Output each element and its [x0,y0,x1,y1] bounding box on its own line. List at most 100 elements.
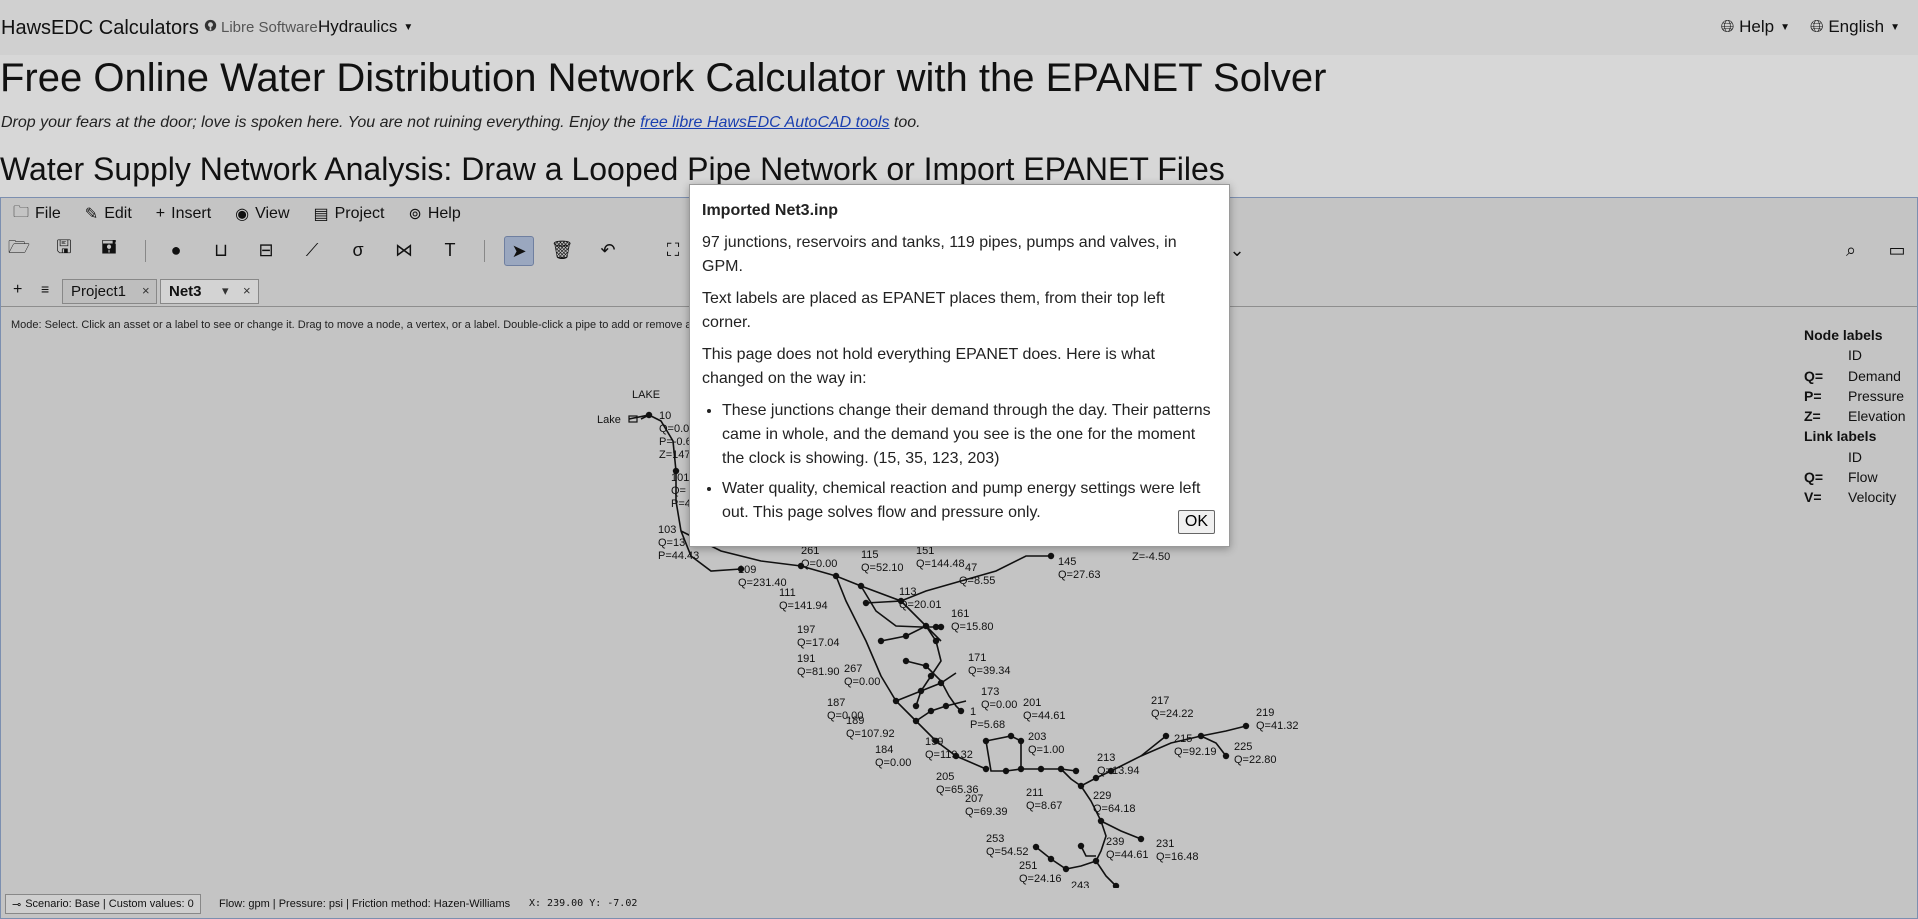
network-label[interactable]: P=5.68 [970,719,1005,731]
network-label[interactable]: 101 [671,472,689,484]
menu-file[interactable]: 🗀︎ File [13,201,61,228]
scenario-button[interactable]: ⊸ Scenario: Base | Custom values: 0 [5,894,201,914]
network-label[interactable]: Q=44.61 [1023,710,1066,722]
menu-view[interactable]: ◉ View [235,204,289,224]
add-label-button[interactable]: T [436,236,464,264]
network-label[interactable]: Q=13 [658,537,685,549]
search-button[interactable]: ⌕ [1837,236,1865,264]
network-label[interactable]: Lake [597,414,621,426]
network-label[interactable]: Q=8.55 [959,575,995,587]
menu-insert[interactable]: + Insert [156,205,211,223]
network-label[interactable]: 231 [1156,838,1174,850]
add-reservoir-button[interactable]: ⊔ [207,236,235,264]
network-label[interactable]: 243 [1071,880,1089,888]
autocad-tools-link[interactable]: free libre HawsEDC AutoCAD tools [640,114,889,131]
libre-software-link[interactable]: Libre Software [204,19,318,36]
network-label[interactable]: 213 [1097,752,1115,764]
network-label[interactable]: 199 [925,736,943,748]
network-label[interactable]: LAKE [632,389,660,401]
zoom-extents-button[interactable]: ⛶ [659,236,687,264]
network-label[interactable]: 229 [1093,790,1111,802]
network-label[interactable]: Q=141.94 [779,600,828,612]
network-label[interactable]: Z=-4.50 [1132,551,1170,563]
network-label[interactable]: Q=17.04 [797,637,840,649]
close-tab-net3-icon[interactable]: × [243,283,251,298]
network-label[interactable]: 103 [658,524,676,536]
tab-net3-dropdown-icon[interactable]: ▾ [222,283,229,299]
network-label[interactable]: Q=107.92 [846,728,895,740]
ok-button[interactable]: OK [1177,510,1215,534]
open-file-button[interactable]: 🗁︎ [5,236,33,264]
network-label[interactable]: Q=15.80 [951,621,994,633]
network-label[interactable]: 109 [738,564,756,576]
network-label[interactable]: Q=54.52 [986,846,1029,858]
network-label[interactable]: 115 [861,549,879,561]
network-label[interactable]: 145 [1058,556,1076,568]
network-label[interactable]: Q=44.61 [1106,849,1149,861]
network-label[interactable]: 113 [899,586,917,598]
network-label[interactable]: Q=64.18 [1093,803,1136,815]
close-tab-project1-icon[interactable]: × [142,283,150,298]
network-label[interactable]: 267 [844,663,862,675]
menu-help[interactable]: ⊚ Help [408,204,460,224]
network-label[interactable]: 205 [936,771,954,783]
network-label[interactable]: Q=8.67 [1026,800,1062,812]
network-label[interactable]: 219 [1256,707,1274,719]
network-label[interactable]: Q=144.48 [916,558,965,570]
network-label[interactable]: 171 [968,652,986,664]
network-label[interactable]: 191 [797,653,815,665]
save-button[interactable]: 🖫︎ [50,236,78,264]
menu-edit[interactable]: ✎ Edit [85,204,132,224]
add-tank-button[interactable]: ⊟ [252,236,280,264]
network-label[interactable]: Q=20.01 [899,599,942,611]
network-label[interactable]: Q=0.00 [844,676,880,688]
network-label[interactable]: Q=22.80 [1234,754,1277,766]
network-label[interactable]: 201 [1023,697,1041,709]
language-dropdown[interactable]: 🌐︎ English ▼ [1810,17,1900,37]
help-dropdown[interactable]: 🌐︎ Help ▼ [1721,17,1790,37]
add-junction-button[interactable]: ● [162,236,190,264]
network-label[interactable]: 187 [827,697,845,709]
network-label[interactable]: 161 [951,608,969,620]
network-label[interactable]: 251 [1019,860,1037,872]
network-label[interactable]: 197 [797,624,815,636]
network-label[interactable]: Q=39.34 [968,665,1011,677]
network-label[interactable]: P=-0.6 [659,436,692,448]
network-label[interactable]: Z=147 [659,449,691,461]
hydraulics-dropdown[interactable]: Hydraulics ▼ [318,17,413,37]
new-tab-button[interactable]: + [13,281,22,299]
tab-list-button[interactable]: ≡ [41,281,49,297]
network-label[interactable]: 239 [1106,836,1124,848]
network-label[interactable]: Q= [671,485,686,497]
network-label[interactable]: 1 [970,706,976,718]
menu-project[interactable]: ▤ Project [314,204,385,224]
network-label[interactable]: 217 [1151,695,1169,707]
network-label[interactable]: 189 [846,715,864,727]
network-label[interactable]: Q=24.22 [1151,708,1194,720]
network-label[interactable]: 215 [1174,733,1192,745]
network-label[interactable]: 173 [981,686,999,698]
brand-link[interactable]: HawsEDC Calculators [1,17,199,40]
network-label[interactable]: Q=13.94 [1097,765,1140,777]
add-pipe-button[interactable]: ⟋ [298,236,326,264]
network-label[interactable]: Q=0.00 [981,699,1017,711]
network-label[interactable]: 47 [965,562,977,574]
save-as-button[interactable]: 🖬︎ [95,236,123,264]
network-label[interactable]: 253 [986,833,1004,845]
network-label[interactable]: Q=27.63 [1058,569,1101,581]
add-valve-button[interactable]: ⋈ [390,236,418,264]
delete-button[interactable]: 🗑︎ [548,236,576,264]
network-label[interactable]: Q=0.00 [875,757,911,769]
network-label[interactable]: Q=1.00 [1028,744,1064,756]
network-label[interactable]: Q=0.00 [801,558,837,570]
network-label[interactable]: P=4 [671,498,691,510]
undo-button[interactable]: ↶ [594,236,622,264]
add-pump-button[interactable]: σ [344,236,372,264]
network-label[interactable]: 184 [875,744,893,756]
network-label[interactable]: 225 [1234,741,1252,753]
network-label[interactable]: Q=41.32 [1256,720,1299,732]
network-label[interactable]: Q=119.32 [925,749,973,761]
network-label[interactable]: 207 [965,793,983,805]
network-label[interactable]: Q=92.19 [1174,746,1217,758]
network-label[interactable]: Q=16.48 [1156,851,1199,863]
